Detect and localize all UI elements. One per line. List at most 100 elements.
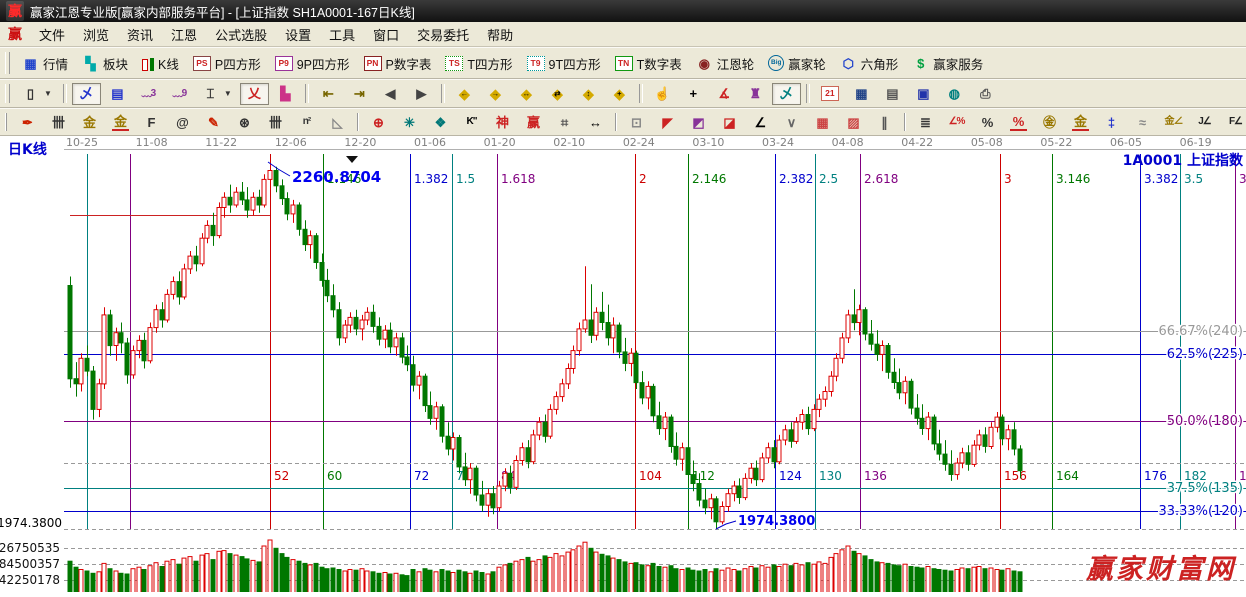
v-wave-tool[interactable]: ∨ <box>777 111 806 133</box>
black-fan-tool[interactable]: ∠ <box>746 111 775 133</box>
red-fan-tool[interactable]: ◤ <box>653 111 682 133</box>
brush-tool[interactable]: ✒ <box>13 111 42 133</box>
scribble-blue-tool[interactable]: 乄 <box>72 83 101 105</box>
menu-file[interactable]: 文件 <box>30 23 74 46</box>
gann-wheel-button[interactable]: ◉江恩轮 <box>690 51 761 76</box>
gold-circle-tool[interactable]: ㊎ <box>1035 111 1064 133</box>
wave-3-tool[interactable]: ﹏3 <box>134 83 163 105</box>
menu-gann[interactable]: 江恩 <box>162 23 206 46</box>
save-button[interactable]: ▣ <box>909 83 938 105</box>
menu-news[interactable]: 资讯 <box>118 23 162 46</box>
first-bar-button[interactable]: ⇤ <box>314 83 343 105</box>
red-grid-tool[interactable]: ▦ <box>808 111 837 133</box>
menu-help[interactable]: 帮助 <box>478 23 522 46</box>
t-number-button[interactable]: TNT数字表 <box>609 51 688 76</box>
t-square-button[interactable]: TST四方形 <box>439 51 518 76</box>
angle-ruler-tool[interactable]: ◺ <box>323 111 352 133</box>
pan-hand-tool[interactable]: ☝ <box>648 83 677 105</box>
diamond-all-button[interactable]: ◆+ <box>605 83 634 105</box>
menu-trade[interactable]: 交易委托 <box>408 23 478 46</box>
chart-area[interactable]: 10-2511-0811-2212-0612-2001-0601-2002-10… <box>0 136 1246 597</box>
prev-bar-button[interactable]: ◀ <box>376 83 405 105</box>
gann-line-tool[interactable]: 卌 <box>44 111 73 133</box>
gann-line2-tool[interactable]: 卌 <box>261 111 290 133</box>
web-button-icon: ◍ <box>946 86 963 102</box>
web-button[interactable]: ◍ <box>940 83 969 105</box>
toolbar-grip[interactable] <box>5 52 10 74</box>
parallel-lines-tool[interactable]: ∥ <box>870 111 899 133</box>
notes-button[interactable]: ▤ <box>878 83 907 105</box>
sectors-button[interactable]: ▚板块 <box>76 51 134 76</box>
info-panel-button[interactable]: ▤ <box>103 83 132 105</box>
crosshair-tool[interactable]: + <box>679 83 708 105</box>
candle-style-dropdown[interactable]: ⌶▼ <box>196 83 238 105</box>
winner-wheel-button[interactable]: Big赢家轮 <box>762 51 832 76</box>
scribble-teal-tool[interactable]: 乄 <box>772 83 801 105</box>
spiral-tool[interactable]: @ <box>168 111 197 133</box>
calculator-button[interactable]: ▦ <box>847 83 876 105</box>
k-note-tool[interactable]: K" <box>457 111 486 133</box>
quotes-button[interactable]: ▦行情 <box>16 51 74 76</box>
t9-square-button[interactable]: T99T四方形 <box>521 51 607 76</box>
period-style-dropdown[interactable]: ▯▼ <box>16 83 58 105</box>
p-square-button[interactable]: PSP四方形 <box>187 51 267 76</box>
crown-tool[interactable]: ♜ <box>741 83 770 105</box>
gann-circle-tool[interactable]: ⊛ <box>230 111 259 133</box>
menu-window[interactable]: 窗口 <box>364 23 408 46</box>
win-grid-tool[interactable]: 赢 <box>519 111 548 133</box>
percent-line-tool[interactable]: % <box>1004 110 1033 134</box>
shen-grid-tool[interactable]: 神 <box>488 111 517 133</box>
j-angle-tool[interactable]: J∠ <box>1190 111 1219 133</box>
red-grid-arrow-tool-icon: ▨ <box>845 114 862 130</box>
winner-service-button[interactable]: $赢家服务 <box>906 51 989 76</box>
gold-grid-tool[interactable]: 金 <box>75 111 104 133</box>
menu-tools[interactable]: 工具 <box>320 23 364 46</box>
gann-web-tool[interactable]: ✳ <box>395 111 424 133</box>
gold-grid2-tool[interactable]: 金 <box>106 110 135 134</box>
fan-box-tool[interactable]: ◩ <box>684 111 713 133</box>
menu-formula-select[interactable]: 公式选股 <box>206 23 276 46</box>
menu-settings[interactable]: 设置 <box>276 23 320 46</box>
next-bar-button[interactable]: ▶ <box>407 83 436 105</box>
kline-chart[interactable]: 10-2511-0811-2212-0612-2001-0601-2002-10… <box>0 136 1246 592</box>
width-measure-tool[interactable]: ↔ <box>581 111 610 133</box>
ruler-123-tool[interactable]: ⌗ <box>550 111 579 133</box>
hexagon-button[interactable]: ⬡六角形 <box>834 51 905 76</box>
angle-tool[interactable]: ∡ <box>710 83 739 105</box>
pattern-red-tool[interactable]: 乂 <box>240 83 269 105</box>
menu-browse[interactable]: 浏览 <box>74 23 118 46</box>
toolbar-grip[interactable] <box>5 113 7 132</box>
gold-level-tool[interactable]: 金 <box>1066 110 1095 134</box>
diamond-both-button[interactable]: ◆↔ <box>512 83 541 105</box>
pen-mark-tool[interactable]: ‡ <box>1097 111 1126 133</box>
wave-9-tool[interactable]: ﹏9 <box>165 83 194 105</box>
diamond-swap-button[interactable]: ◆⇄ <box>543 83 572 105</box>
price-scale-tool[interactable]: ≣ <box>911 111 940 133</box>
red-grid-arrow-tool[interactable]: ▨ <box>839 111 868 133</box>
p9-square-button[interactable]: P99P四方形 <box>269 51 356 76</box>
last-bar-button[interactable]: ⇥ <box>345 83 374 105</box>
diamond-vert-button[interactable]: ◆↕ <box>574 83 603 105</box>
p-number-button[interactable]: PNP数字表 <box>358 51 438 76</box>
f-angle-tool[interactable]: F∠ <box>1221 111 1246 133</box>
percent-angle-tool[interactable]: ∠% <box>942 111 971 133</box>
gold-angle-red-tool[interactable]: 金∠ <box>1159 111 1188 133</box>
diamond-left-button[interactable]: ◆← <box>450 83 479 105</box>
f-grid-tool[interactable]: F <box>137 111 166 133</box>
print-button[interactable]: ⎙ <box>971 83 1000 105</box>
calendar-button[interactable]: 21 <box>815 83 845 104</box>
wave-curve-tool[interactable]: ≈ <box>1128 111 1157 133</box>
pencil-tool[interactable]: ✎ <box>199 111 228 133</box>
histogram-button[interactable]: ▙ <box>271 83 300 105</box>
kline-button[interactable]: K线 <box>136 51 185 76</box>
gann-web-box-tool[interactable]: ❖ <box>426 111 455 133</box>
percent-tool[interactable]: % <box>973 111 1002 133</box>
target-circle-tool[interactable]: ⊕ <box>364 111 393 133</box>
box-curve-tool[interactable]: ⊡ <box>622 111 651 133</box>
toolbar-grip[interactable] <box>5 84 10 103</box>
fan-box2-tool[interactable]: ◪ <box>715 111 744 133</box>
titlebar[interactable]: 赢 赢家江恩专业版[赢家内部服务平台] - [上证指数 SH1A0001-167… <box>0 0 1246 22</box>
quotes-button-icon: ▦ <box>22 55 39 71</box>
n-square-tool[interactable]: n² <box>292 111 321 133</box>
diamond-right-button[interactable]: ◆→ <box>481 83 510 105</box>
